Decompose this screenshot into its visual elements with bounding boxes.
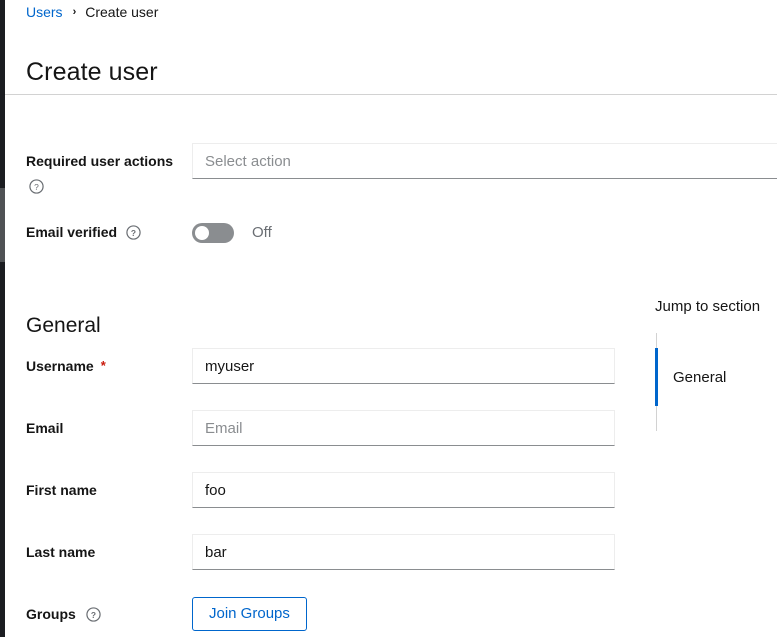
last-name-input[interactable] xyxy=(192,534,615,570)
required-asterisk-username: * xyxy=(101,359,106,372)
toggle-track xyxy=(192,223,234,243)
breadcrumb-current: Create user xyxy=(85,3,158,21)
label-username-text: Username xyxy=(26,357,94,375)
label-groups: Groups ? xyxy=(26,605,101,623)
jump-to-section-item-general[interactable]: General xyxy=(673,368,726,388)
breadcrumb-separator-icon: › xyxy=(73,3,77,21)
label-email-verified-text: Email verified xyxy=(26,223,117,241)
label-email-text: Email xyxy=(26,419,63,437)
toggle-knob xyxy=(195,226,209,240)
label-first-name: First name xyxy=(26,481,97,499)
breadcrumb: Users › Create user xyxy=(26,3,158,21)
header-divider xyxy=(5,94,777,95)
join-groups-button[interactable]: Join Groups xyxy=(192,597,307,631)
username-input[interactable] xyxy=(192,348,615,384)
svg-text:?: ? xyxy=(91,609,96,619)
svg-text:?: ? xyxy=(131,227,136,237)
section-heading-general: General xyxy=(26,313,101,339)
jump-to-section-title: Jump to section xyxy=(655,297,760,317)
label-groups-text: Groups xyxy=(26,605,76,623)
help-circle-icon-groups[interactable]: ? xyxy=(86,607,101,622)
help-circle-icon-email-verified[interactable]: ? xyxy=(126,225,141,240)
required-user-actions-select[interactable] xyxy=(192,143,777,179)
create-user-page: Users › Create user Create user Required… xyxy=(0,0,777,637)
label-email-verified: Email verified ? xyxy=(26,223,141,241)
email-verified-toggle[interactable]: Off xyxy=(192,223,272,243)
label-first-name-text: First name xyxy=(26,481,97,499)
label-last-name-text: Last name xyxy=(26,543,95,561)
sidebar-active-segment xyxy=(0,188,5,262)
svg-text:?: ? xyxy=(34,182,39,192)
page-title: Create user xyxy=(26,55,158,89)
help-circle-icon-required-user-actions[interactable]: ? xyxy=(29,179,44,194)
label-required-user-actions-text: Required user actions xyxy=(26,152,173,170)
sidebar-edge xyxy=(0,0,5,637)
label-last-name: Last name xyxy=(26,543,95,561)
label-email: Email xyxy=(26,419,63,437)
label-required-user-actions: Required user actions xyxy=(26,152,173,170)
jump-to-section-active-indicator xyxy=(655,348,658,406)
email-input[interactable] xyxy=(192,410,615,446)
first-name-input[interactable] xyxy=(192,472,615,508)
toggle-state-label: Off xyxy=(252,223,272,243)
breadcrumb-link-users[interactable]: Users xyxy=(26,3,63,21)
label-username: Username * xyxy=(26,357,106,375)
